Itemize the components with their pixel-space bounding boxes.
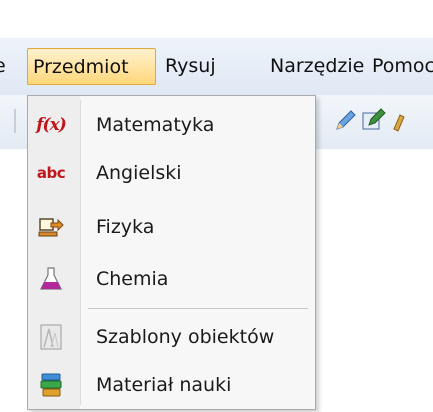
books-icon [36,370,66,400]
abc-icon: abc [36,164,66,182]
function-icon: f(x) [36,115,67,135]
menu-item-label: Fizyka [96,216,155,238]
toolbar-separator [14,109,16,133]
menu-item-szablony-obiektow[interactable]: Szablony obiektów [28,314,315,360]
menu-przedmiot[interactable]: Przedmiot [27,48,156,85]
menu-item-label: Materiał nauki [96,374,232,396]
menu-item-chemia[interactable]: Chemia [28,256,315,302]
title-area [0,0,433,38]
menu-bar: e Przedmiot Rysuj Narzędzie Pomoc [0,38,433,96]
menu-item-label: Angielski [96,162,182,184]
menu-narzedzie[interactable]: Narzędzie [270,48,364,85]
physics-icon [36,212,66,242]
edit-icon[interactable] [360,107,386,133]
flask-icon [36,264,66,294]
menu-item-matematyka[interactable]: f(x) Matematyka [28,102,315,148]
menu-item-truncated[interactable]: e [0,48,6,85]
menu-pomoc[interactable]: Pomoc [372,48,433,85]
przedmiot-dropdown-menu: f(x) Matematyka abc Angielski Fizyka Che… [27,95,316,410]
menu-item-fizyka[interactable]: Fizyka [28,204,315,250]
menu-rysuj[interactable]: Rysuj [165,48,216,85]
menu-item-angielski[interactable]: abc Angielski [28,150,315,196]
pencil-icon[interactable] [333,107,359,133]
menu-item-label: Szablony obiektów [96,326,275,348]
menu-separator [88,308,308,309]
menu-item-label: Chemia [96,268,169,290]
menu-item-label: Matematyka [96,114,215,136]
tool-icon[interactable] [392,107,408,133]
menu-item-material-nauki[interactable]: Materiał nauki [28,362,315,408]
template-icon [36,322,66,352]
